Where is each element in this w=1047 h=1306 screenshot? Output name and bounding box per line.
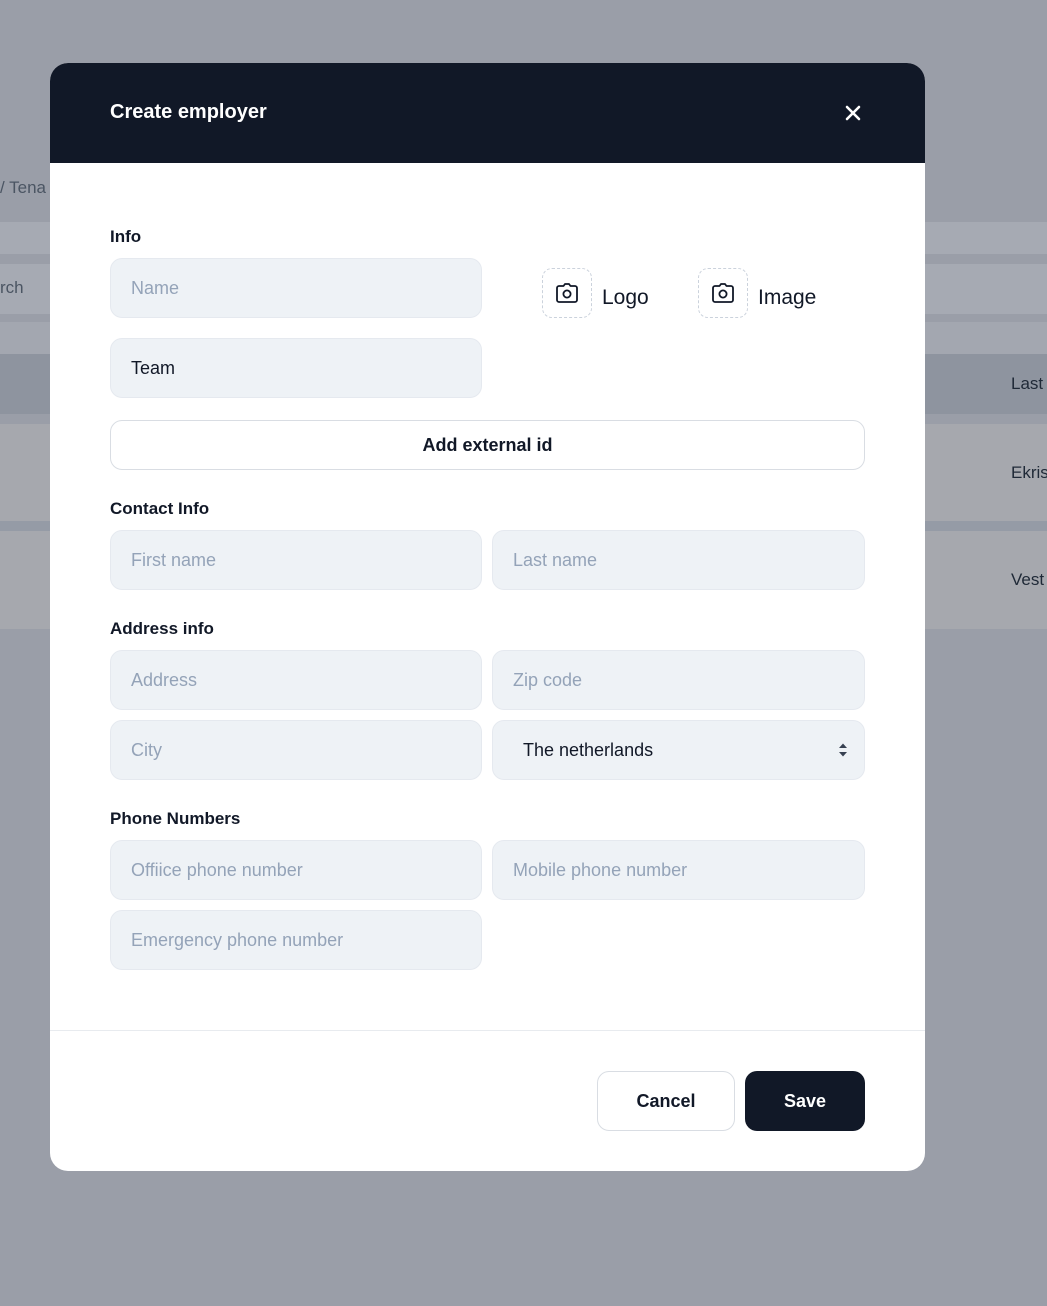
close-icon bbox=[845, 105, 861, 121]
close-button[interactable] bbox=[840, 100, 866, 126]
image-upload-box[interactable] bbox=[698, 268, 748, 318]
create-employer-modal: Create employer Info Logo Image Add exte… bbox=[50, 63, 925, 1171]
chevron-up-down-icon bbox=[839, 743, 847, 757]
column-header-last: Last bbox=[1011, 374, 1044, 393]
save-button[interactable]: Save bbox=[745, 1071, 865, 1131]
search-input-fragment: rch bbox=[0, 278, 24, 297]
country-select[interactable]: The netherlands bbox=[492, 720, 865, 780]
modal-header: Create employer bbox=[50, 63, 925, 163]
zip-code-input[interactable] bbox=[492, 650, 865, 710]
camera-icon bbox=[712, 283, 734, 303]
country-select-value: The netherlands bbox=[523, 739, 654, 760]
table-cell: Ekris bbox=[1011, 463, 1047, 482]
section-label-address: Address info bbox=[110, 619, 214, 638]
city-input[interactable] bbox=[110, 720, 482, 780]
mobile-phone-input[interactable] bbox=[492, 840, 865, 900]
table-cell: Vest bbox=[1011, 570, 1045, 589]
breadcrumb: / Tena bbox=[0, 178, 47, 197]
cancel-button[interactable]: Cancel bbox=[597, 1071, 735, 1131]
name-input[interactable] bbox=[110, 258, 482, 318]
section-label-contact: Contact Info bbox=[110, 499, 210, 518]
footer-divider bbox=[50, 1030, 925, 1031]
add-external-id-button[interactable]: Add external id bbox=[110, 420, 865, 470]
section-label-info: Info bbox=[110, 227, 142, 246]
last-name-input[interactable] bbox=[492, 530, 865, 590]
camera-icon bbox=[556, 283, 578, 303]
modal-title: Create employer bbox=[110, 101, 267, 123]
image-upload[interactable]: Image bbox=[698, 268, 816, 318]
section-label-phones: Phone Numbers bbox=[110, 809, 241, 828]
office-phone-input[interactable] bbox=[110, 840, 482, 900]
emergency-phone-input[interactable] bbox=[110, 910, 482, 970]
logo-upload[interactable]: Logo bbox=[542, 268, 649, 318]
image-label: Image bbox=[758, 286, 817, 309]
team-input[interactable] bbox=[110, 338, 482, 398]
first-name-input[interactable] bbox=[110, 530, 482, 590]
logo-label: Logo bbox=[602, 286, 649, 309]
logo-upload-box[interactable] bbox=[542, 268, 592, 318]
address-input[interactable] bbox=[110, 650, 482, 710]
